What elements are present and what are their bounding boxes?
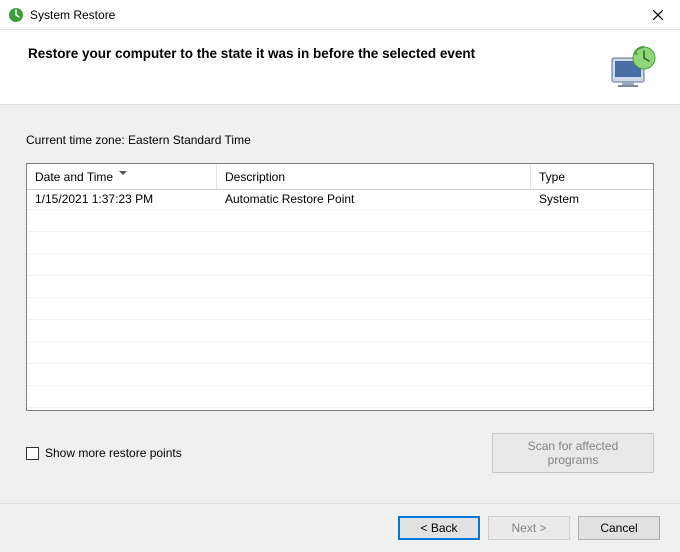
timezone-label: Current time zone: Eastern Standard Time [26,133,654,147]
cell-description: Automatic Restore Point [217,190,531,209]
table-header: Date and Time Description Type [27,164,653,190]
checkbox-box[interactable] [26,447,39,460]
table-row-empty [27,298,653,320]
show-more-label: Show more restore points [45,446,182,460]
content-area: Current time zone: Eastern Standard Time… [0,105,680,503]
table-body: 1/15/2021 1:37:23 PM Automatic Restore P… [27,190,653,408]
table-row-empty [27,276,653,298]
scan-affected-button[interactable]: Scan for affected programs [492,433,654,473]
back-button[interactable]: < Back [398,516,480,540]
table-row-empty [27,254,653,276]
table-row-empty [27,364,653,386]
restore-points-table[interactable]: Date and Time Description Type 1/15/2021… [26,163,654,411]
column-header-type[interactable]: Type [531,164,653,189]
restore-monitor-icon [608,44,658,94]
table-row-empty [27,386,653,408]
table-row-empty [27,232,653,254]
table-row-empty [27,342,653,364]
wizard-header: Restore your computer to the state it wa… [0,30,680,104]
window-title: System Restore [30,8,635,22]
system-restore-icon [8,7,24,23]
column-header-description[interactable]: Description [217,164,531,189]
table-row-empty [27,320,653,342]
next-button[interactable]: Next > [488,516,570,540]
show-more-checkbox[interactable]: Show more restore points [26,446,492,460]
title-bar: System Restore [0,0,680,30]
wizard-footer: < Back Next > Cancel [0,503,680,552]
cell-type: System [531,190,653,209]
table-row[interactable]: 1/15/2021 1:37:23 PM Automatic Restore P… [27,190,653,210]
cell-date-time: 1/15/2021 1:37:23 PM [27,190,217,209]
close-button[interactable] [635,0,680,30]
column-header-date-time[interactable]: Date and Time [27,164,217,189]
page-heading: Restore your computer to the state it wa… [28,44,608,61]
table-row-empty [27,210,653,232]
cancel-button[interactable]: Cancel [578,516,660,540]
